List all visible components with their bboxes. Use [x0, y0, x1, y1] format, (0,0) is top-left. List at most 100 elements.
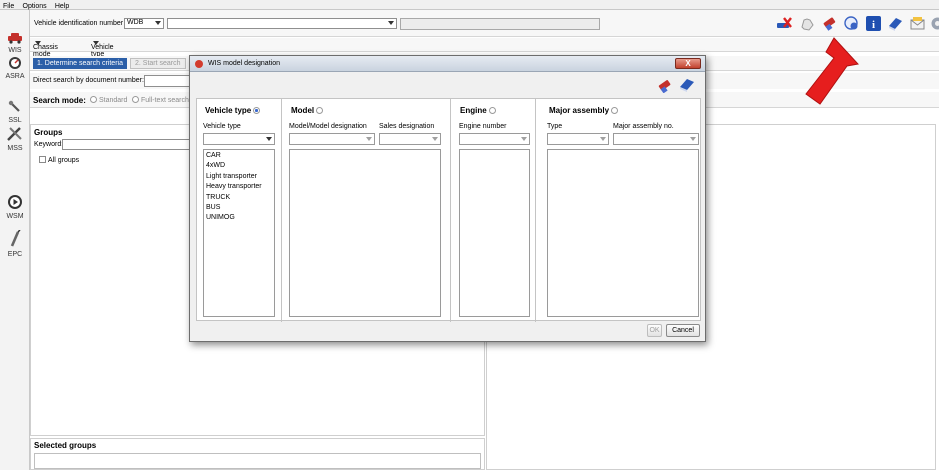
radio-selected-icon [253, 107, 261, 114]
nav-item-asra[interactable]: ASRA [0, 56, 30, 80]
model-designation-dialog: WIS model designation X Vehicle type Veh… [189, 55, 706, 342]
engine-option[interactable]: Engine [460, 106, 498, 115]
engine-column: Engine Engine number [452, 99, 536, 322]
toolbar: i [775, 15, 939, 33]
dialog-criteria-area: Vehicle type Vehicle type CAR 4xWD Light… [196, 98, 702, 322]
car-cancel-icon[interactable] [775, 15, 792, 32]
keyword-input[interactable] [62, 139, 192, 150]
close-button[interactable]: X [675, 58, 701, 69]
nav-label-ssl: SSL [8, 117, 22, 124]
gauge-icon [9, 57, 21, 69]
nav-item-wsm[interactable]: WSM [0, 194, 30, 220]
menu-file[interactable]: File [3, 3, 14, 10]
search-mode-standard[interactable]: Standard [90, 96, 127, 104]
model-designation-select[interactable] [289, 133, 375, 145]
major-assembly-option[interactable]: Major assembly [549, 106, 620, 115]
vin-input[interactable] [167, 18, 397, 29]
car-icon [8, 33, 22, 44]
dialog-titlebar: WIS model designation X [190, 56, 705, 72]
search-mode-fulltext[interactable]: Full-text search [132, 96, 189, 104]
list-item[interactable]: 4xWD [204, 161, 274, 171]
list-item[interactable]: Heavy transporter [204, 182, 274, 192]
chevron-down-icon [155, 21, 161, 25]
nav-item-epc[interactable]: EPC [0, 229, 30, 258]
all-groups-checkbox[interactable]: All groups [39, 156, 79, 164]
list-item[interactable]: TRUCK [204, 193, 274, 203]
model-column: Model Model/Model designation Sales desi… [283, 99, 451, 322]
tools-icon [7, 127, 22, 141]
radio-icon [611, 107, 619, 114]
assembly-type-select[interactable] [547, 133, 609, 145]
left-nav: WIS ASRA SSL MSS WSM EPC [0, 10, 30, 470]
gear-icon[interactable] [929, 15, 939, 32]
book-icon[interactable] [887, 15, 904, 32]
vin-prefix-value: WDB [127, 19, 144, 26]
vehicle-type-option[interactable]: Vehicle type [205, 106, 262, 115]
hand-icon[interactable] [799, 15, 816, 32]
selected-groups-title: Selected groups [34, 441, 97, 450]
nav-item-wis[interactable]: WIS [0, 32, 30, 54]
vehicle-type-dropdown[interactable]: Vehicle type [91, 41, 114, 58]
assembly-type-label: Type [547, 123, 563, 130]
nav-item-mss[interactable]: MSS [0, 126, 30, 152]
mail-icon[interactable] [909, 15, 926, 32]
major-assembly-no-label: Major assembly no. [613, 123, 674, 130]
play-icon [8, 195, 22, 209]
dialog-title: WIS model designation [208, 60, 280, 67]
nav-label-asra: ASRA [5, 73, 25, 80]
radio-icon [90, 96, 97, 103]
nav-label-wis: WIS [8, 47, 22, 54]
ok-button[interactable]: OK [647, 324, 662, 337]
major-assembly-no-select[interactable] [613, 133, 699, 145]
keyword-label: Keyword: [34, 141, 64, 148]
red-arrow-annotation [805, 37, 859, 105]
list-item[interactable]: UNIMOG [204, 213, 274, 223]
eraser-icon[interactable] [821, 15, 838, 32]
wrench-icon [8, 100, 20, 112]
document-number-input[interactable] [144, 75, 190, 87]
sales-designation-select[interactable] [379, 133, 441, 145]
vin-label: Vehicle identification number [34, 20, 124, 27]
search-mode-label: Search mode: [33, 96, 86, 105]
nav-label-mss: MSS [7, 145, 23, 152]
radio-icon [488, 107, 496, 114]
info-icon[interactable]: i [865, 15, 882, 32]
chassis-mode-dropdown[interactable]: Chassis mode [33, 41, 58, 58]
cancel-button[interactable]: Cancel [666, 324, 700, 337]
tab-start-search[interactable]: 2. Start search [130, 58, 186, 69]
nav-label-epc: EPC [7, 251, 23, 258]
menu-help[interactable]: Help [55, 3, 69, 10]
list-item[interactable]: BUS [204, 203, 274, 213]
major-assembly-list [547, 149, 699, 317]
vin-prefix-select[interactable]: WDB [124, 18, 164, 29]
radio-icon [316, 107, 324, 114]
vehicle-type-column: Vehicle type Vehicle type CAR 4xWD Light… [197, 99, 282, 322]
search-mode-standard-label: Standard [99, 97, 128, 104]
eraser-icon[interactable] [657, 77, 673, 93]
search-settings-icon[interactable] [843, 15, 860, 32]
list-item[interactable]: Light transporter [204, 172, 274, 182]
tab-determine-search-criteria[interactable]: 1. Determine search criteria [33, 58, 127, 69]
search-mode-fulltext-label: Full-text search [141, 97, 189, 104]
engine-number-select[interactable] [459, 133, 530, 145]
svg-text:i: i [872, 19, 875, 31]
model-option[interactable]: Model [291, 106, 325, 115]
app-icon [195, 60, 203, 68]
major-assembly-title: Major assembly [549, 106, 610, 115]
chevron-down-icon [521, 137, 527, 141]
menu-options[interactable]: Options [23, 3, 47, 10]
sales-designation-label: Sales designation [379, 123, 435, 130]
list-item[interactable]: CAR [204, 151, 274, 161]
engine-title: Engine [460, 106, 487, 115]
vehicle-type-select[interactable] [203, 133, 275, 145]
book-icon[interactable] [679, 77, 695, 93]
nav-item-ssl[interactable]: SSL [0, 100, 30, 124]
major-assembly-column: Major assembly Type Major assembly no. [537, 99, 702, 322]
selected-groups-list [34, 453, 481, 469]
nav-label-wsm: WSM [6, 213, 24, 220]
chevron-down-icon [266, 137, 272, 141]
vin-status-field [400, 18, 600, 30]
groups-title: Groups [34, 128, 63, 137]
engine-list [459, 149, 530, 317]
vin-bar: Vehicle identification number WDB i [30, 10, 939, 37]
